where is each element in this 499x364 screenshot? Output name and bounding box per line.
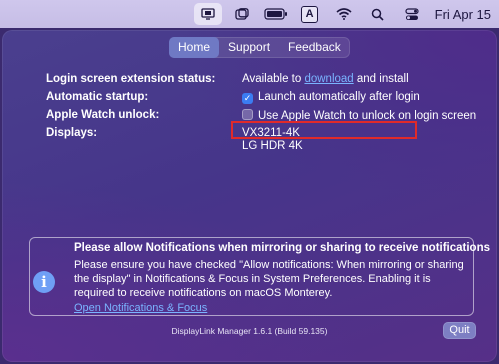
open-notifications-link[interactable]: Open Notifications & Focus	[74, 302, 207, 314]
automatic-startup-label: Automatic startup:	[46, 91, 149, 103]
version-label: DisplayLink Manager 1.6.1 (Build 59.135)	[171, 326, 328, 336]
login-extension-row: Login screen extension status: Available…	[46, 73, 486, 88]
display-item: LG HDR 4K	[242, 140, 303, 152]
info-icon: i	[33, 271, 55, 293]
login-extension-status: Available to download and install	[242, 73, 409, 85]
displays-label: Displays:	[46, 127, 98, 139]
keyboard-input-icon[interactable]: A	[293, 0, 327, 28]
input-source-label: A	[301, 5, 319, 23]
wifi-icon[interactable]	[327, 0, 361, 28]
launch-at-login-option[interactable]: ✓ Launch automatically after login	[242, 91, 420, 104]
search-icon[interactable]	[361, 0, 395, 28]
download-link[interactable]: download	[304, 73, 353, 85]
launch-at-login-label[interactable]: Launch automatically after login	[258, 91, 420, 103]
notification-notice: i Please allow Notifications when mirror…	[29, 237, 490, 316]
apple-watch-label: Apple Watch unlock:	[46, 109, 160, 121]
notice-title: Please allow Notifications when mirrorin…	[74, 242, 491, 254]
displaylink-manager-window: Home Support Feedback Login screen exten…	[2, 30, 497, 362]
highlight-box	[231, 121, 417, 139]
settings-list: Login screen extension status: Available…	[46, 73, 486, 160]
apple-watch-checkbox[interactable]	[242, 109, 253, 120]
notice-body: Please ensure you have checked "Allow no…	[74, 259, 464, 299]
login-extension-suffix: and install	[353, 73, 409, 85]
automatic-startup-row: Automatic startup: ✓ Launch automatically…	[46, 91, 486, 106]
quit-button[interactable]: Quit	[443, 322, 476, 339]
control-center-icon[interactable]	[395, 0, 429, 28]
window-icon[interactable]	[225, 0, 259, 28]
login-extension-prefix: Available to	[242, 73, 305, 85]
tab-support[interactable]: Support	[219, 37, 279, 58]
tab-home[interactable]: Home	[169, 37, 220, 58]
tab-feedback[interactable]: Feedback	[279, 37, 350, 58]
display-mirror-icon[interactable]	[191, 0, 225, 28]
menu-bar: A Fri Apr 15	[0, 0, 499, 28]
login-extension-label: Login screen extension status:	[46, 73, 216, 85]
launch-at-login-checkbox[interactable]: ✓	[242, 93, 253, 104]
battery-icon[interactable]	[259, 0, 293, 28]
menubar-date[interactable]: Fri Apr 15	[429, 0, 499, 28]
tab-bar: Home Support Feedback	[169, 37, 350, 58]
